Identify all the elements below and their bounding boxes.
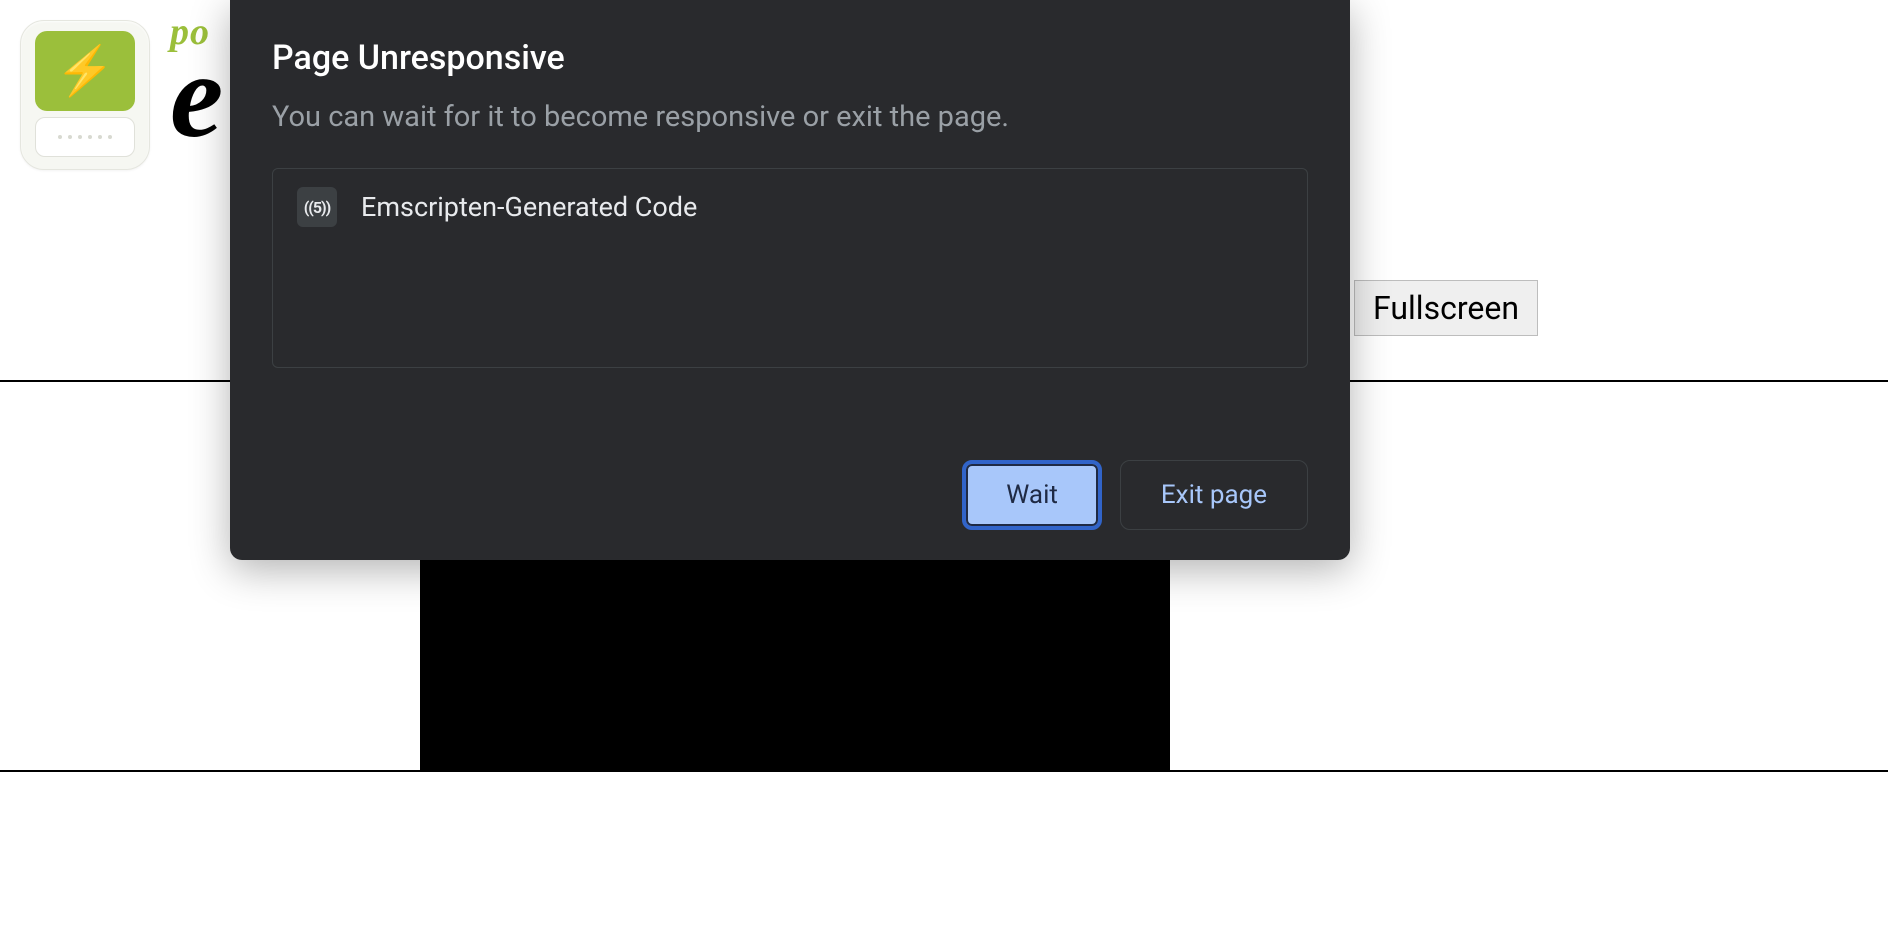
dialog-backdrop: Page Unresponsive You can wait for it to… (0, 0, 1888, 936)
unresponsive-pages-list: ((5)) Emscripten-Generated Code (272, 168, 1308, 368)
dialog-title: Page Unresponsive (272, 38, 1308, 78)
page-unresponsive-dialog: Page Unresponsive You can wait for it to… (230, 0, 1350, 560)
wait-button[interactable]: Wait (962, 460, 1102, 530)
page-label: Emscripten-Generated Code (361, 191, 697, 223)
dialog-subtitle: You can wait for it to become responsive… (272, 100, 1308, 134)
dialog-button-row: Wait Exit page (272, 434, 1308, 530)
favicon-icon: ((5)) (297, 187, 337, 227)
list-item: ((5)) Emscripten-Generated Code (297, 187, 1283, 227)
exit-page-button[interactable]: Exit page (1120, 460, 1308, 530)
